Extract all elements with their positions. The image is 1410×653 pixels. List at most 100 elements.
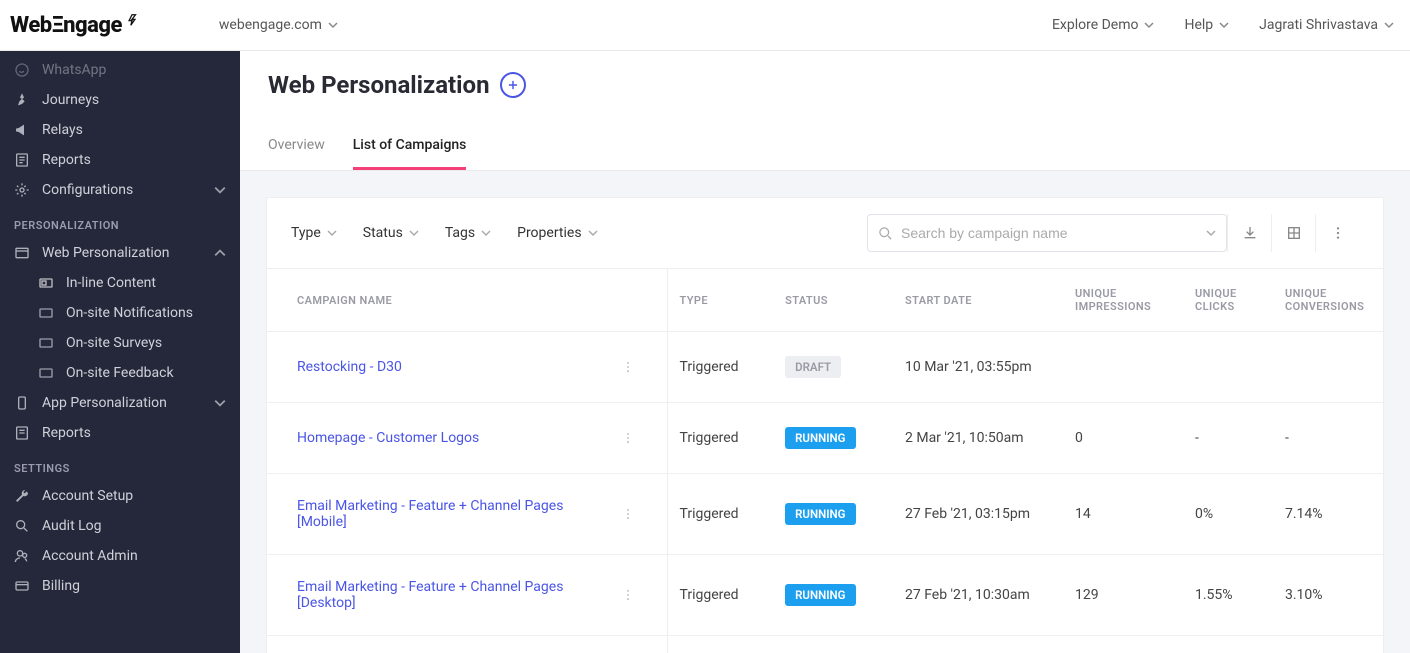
megaphone-icon [14, 122, 30, 138]
row-menu-button[interactable] [605, 588, 651, 602]
admin-icon [14, 548, 30, 564]
sidebar-item-reports-personalization[interactable]: Reports [0, 418, 240, 448]
sidebar-item-onsite-surveys[interactable]: On-site Surveys [0, 328, 240, 358]
filter-status[interactable]: Status [363, 225, 419, 241]
cell-clicks: 1.55% [1183, 555, 1273, 636]
sidebar-item-reports[interactable]: Reports [0, 145, 240, 175]
status-badge: DRAFT [785, 356, 841, 378]
cell-type: Triggered [667, 555, 773, 636]
cell-clicks: 0% [1183, 474, 1273, 555]
chevron-down-icon [327, 228, 337, 238]
plus-icon [506, 78, 520, 92]
cell-impressions: 129 [1063, 555, 1183, 636]
sidebar-item-whatsapp[interactable]: WhatsApp [0, 55, 240, 85]
row-menu-button[interactable] [605, 431, 651, 445]
search-box[interactable] [867, 214, 1227, 252]
sidebar-item-account-setup[interactable]: Account Setup [0, 481, 240, 511]
cell-start-date: 10 Mar '21, 03:55pm [893, 332, 1063, 403]
cell-conversions: 7.14% [1273, 474, 1383, 555]
cell-status: RUNNING [773, 555, 893, 636]
cell-status: RUNNING [773, 474, 893, 555]
search-input[interactable] [901, 225, 1198, 241]
status-badge: RUNNING [785, 427, 855, 449]
help-link[interactable]: Help [1184, 17, 1229, 33]
explore-demo-link[interactable]: Explore Demo [1052, 17, 1155, 33]
wrench-icon [14, 488, 30, 504]
cell-conversions: - [1273, 403, 1383, 474]
filter-tags[interactable]: Tags [445, 225, 491, 241]
sidebar-item-onsite-notifications[interactable]: On-site Notifications [0, 298, 240, 328]
billing-icon [14, 578, 30, 594]
cell-conversions [1273, 636, 1383, 653]
table-row: Email Marketing - Feature + Channel Page… [267, 555, 1383, 636]
kebab-icon [621, 360, 635, 374]
add-campaign-button[interactable] [500, 72, 526, 98]
main: Web Personalization Overview List of Cam… [240, 51, 1410, 653]
sidebar-item-onsite-feedback[interactable]: On-site Feedback [0, 358, 240, 388]
cell-start-date: 27 Feb '21, 03:15pm [893, 474, 1063, 555]
cell-impressions [1063, 636, 1183, 653]
cell-clicks [1183, 636, 1273, 653]
campaigns-card: Type Status Tags Properties [266, 197, 1384, 653]
chevron-down-icon [588, 228, 598, 238]
th-start-date[interactable]: START DATE [893, 269, 1063, 332]
cell-impressions: 14 [1063, 474, 1183, 555]
th-unique-impressions[interactable]: UNIQUE IMPRESSIONS [1063, 269, 1183, 332]
campaign-link[interactable]: Homepage - Customer Logos [297, 430, 479, 446]
cell-impressions: 0 [1063, 403, 1183, 474]
campaign-link[interactable]: Email Marketing - Feature + Channel Page… [297, 498, 605, 530]
row-menu-button[interactable] [605, 360, 651, 374]
cell-status: DRAFT [773, 636, 893, 653]
filter-type[interactable]: Type [291, 225, 337, 241]
page-title: Web Personalization [268, 71, 490, 99]
table-row: Email Marketing - Feature + Channel Page… [267, 474, 1383, 555]
sidebar-item-configurations[interactable]: Configurations [0, 175, 240, 205]
report-icon [14, 152, 30, 168]
audit-icon [14, 518, 30, 534]
domain-selector[interactable]: webengage.com [219, 17, 338, 33]
sidebar-item-audit-log[interactable]: Audit Log [0, 511, 240, 541]
search-icon [878, 226, 893, 241]
th-status[interactable]: STATUS [773, 269, 893, 332]
sidebar-item-journeys[interactable]: Journeys [0, 85, 240, 115]
kebab-icon [621, 431, 635, 445]
download-button[interactable] [1227, 214, 1271, 252]
th-campaign-name[interactable]: CAMPAIGN NAME [267, 269, 667, 332]
chevron-down-icon [1206, 228, 1216, 238]
th-unique-conversions[interactable]: UNIQUE CONVERSIONS [1273, 269, 1383, 332]
status-badge: RUNNING [785, 584, 855, 606]
cell-status: RUNNING [773, 403, 893, 474]
download-icon [1242, 225, 1258, 241]
sidebar-item-app-personalization[interactable]: App Personalization [0, 388, 240, 418]
inline-content-icon [38, 275, 54, 291]
sidebar-item-billing[interactable]: Billing [0, 571, 240, 601]
top-bar: WebΞngage webengage.com Explore Demo Hel… [0, 0, 1410, 51]
th-unique-clicks[interactable]: UNIQUE CLICKS [1183, 269, 1273, 332]
sidebar-item-web-personalization[interactable]: Web Personalization [0, 238, 240, 268]
cell-type: Triggered [667, 474, 773, 555]
chevron-down-icon [328, 20, 338, 30]
tab-overview[interactable]: Overview [268, 127, 325, 170]
chevron-down-icon [1219, 20, 1229, 30]
cell-impressions [1063, 332, 1183, 403]
campaign-link[interactable]: Restocking - D30 [297, 359, 402, 375]
kebab-icon [621, 507, 635, 521]
sidebar-item-account-admin[interactable]: Account Admin [0, 541, 240, 571]
sidebar-item-inline-content[interactable]: In-line Content [0, 268, 240, 298]
user-menu[interactable]: Jagrati Shrivastava [1259, 17, 1394, 33]
filter-properties[interactable]: Properties [517, 225, 597, 241]
table-row: Restocking - D30 Triggered DRAFT 10 Mar … [267, 332, 1383, 403]
filter-bar: Type Status Tags Properties [267, 198, 1383, 269]
sidebar-item-relays[interactable]: Relays [0, 115, 240, 145]
tab-list-of-campaigns[interactable]: List of Campaigns [353, 127, 467, 170]
row-menu-button[interactable] [605, 507, 651, 521]
columns-button[interactable] [1271, 214, 1315, 252]
kebab-icon [1330, 225, 1346, 241]
campaign-link[interactable]: Email Marketing - Feature + Channel Page… [297, 579, 605, 611]
topbar-right: Explore Demo Help Jagrati Shrivastava [1052, 17, 1394, 33]
cell-start-date: 27 Feb '21, 10:30am [893, 555, 1063, 636]
more-actions-button[interactable] [1315, 214, 1359, 252]
sidebar-section-settings: SETTINGS [0, 448, 240, 481]
webp-icon [14, 245, 30, 261]
th-type[interactable]: TYPE [667, 269, 773, 332]
